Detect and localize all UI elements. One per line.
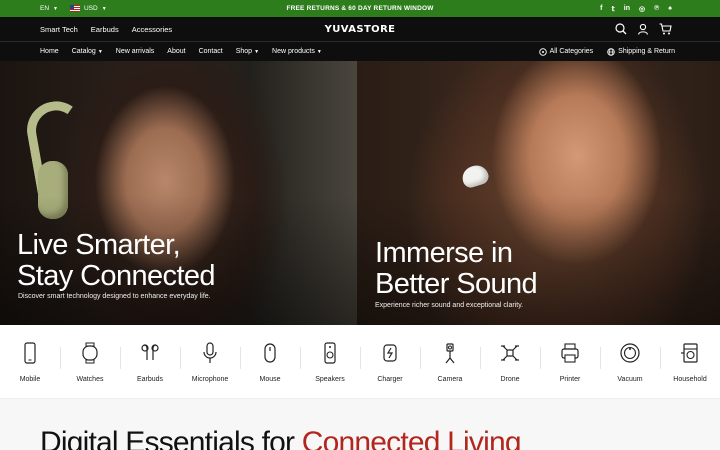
category-vacuum[interactable]: Vacuum [600, 325, 661, 399]
shipping-return-label: Shipping & Return [618, 48, 675, 55]
category-printer[interactable]: Printer [540, 325, 601, 399]
chevron-down-icon: ▼ [254, 48, 260, 55]
nav-item-label: Home [40, 48, 59, 55]
hero-subtitle: Discover smart technology designed to en… [18, 293, 211, 300]
nav-item-contact[interactable]: Contact [199, 48, 223, 55]
mobile-icon [24, 342, 36, 364]
announcement-bar: FREE RETURNS & 60 DAY RETURN WINDOW EN ▼… [0, 0, 720, 17]
hero-banner-smart-tech[interactable]: Live Smarter, Stay Connected Discover sm… [0, 61, 357, 325]
category-charger[interactable]: Charger [360, 325, 421, 399]
category-microphone[interactable]: Microphone [180, 325, 241, 399]
hero-title: Immerse in Better Sound [375, 238, 705, 300]
camera-icon [445, 343, 455, 364]
category-drone[interactable]: Drone [480, 325, 541, 399]
category-watches[interactable]: Watches [60, 325, 121, 399]
vacuum-icon [620, 343, 640, 363]
currency-selector[interactable]: USD ▼ [69, 5, 107, 12]
category-camera[interactable]: Camera [420, 325, 481, 399]
all-categories-label: All Categories [549, 48, 594, 55]
shipping-return-link[interactable]: Shipping & Return [607, 47, 675, 56]
hero-banner-sound[interactable]: Immerse in Better Sound Experience riche… [357, 61, 720, 325]
storefront-page: FREE RETURNS & 60 DAY RETURN WINDOW EN ▼… [0, 0, 720, 450]
category-strip: Mobile Watches Earbuds Microphone Mouse Speak… [0, 325, 720, 399]
nav-item-new-arrivals[interactable]: New arrivals [116, 48, 155, 55]
printer-icon [561, 343, 579, 363]
hero-title-line1: Immerse in [375, 237, 513, 269]
language-selector[interactable]: EN ▼ [40, 5, 58, 12]
chevron-down-icon: ▼ [53, 5, 58, 12]
chevron-down-icon: ▼ [101, 5, 107, 12]
nav-item-home[interactable]: Home [40, 48, 59, 55]
cart-icon[interactable] [659, 23, 672, 35]
hero-title-line1: Live Smarter, [17, 229, 181, 261]
store-logo[interactable]: YUVASTORE [0, 17, 720, 41]
microphone-icon [203, 342, 217, 363]
social-links: f 𝕥 in ◎ ℗ ♠ [600, 0, 672, 17]
language-label: EN [40, 5, 50, 12]
nav-item-label: About [167, 48, 186, 55]
household-icon [681, 343, 698, 363]
section-heading: Digital Essentials for Connected Living [40, 426, 522, 450]
section-heading-accent: Connected Living [301, 426, 522, 450]
category-earbuds[interactable]: Earbuds [120, 325, 181, 399]
nav-item-label: Contact [198, 48, 223, 55]
speaker-icon [324, 342, 336, 364]
earbuds-icon [141, 344, 159, 360]
hero-subtitle: Experience richer sound and exceptional … [375, 302, 524, 309]
chevron-down-icon: ▼ [97, 48, 103, 55]
category-speakers[interactable]: Speakers [300, 325, 361, 399]
hero-title: Live Smarter, Stay Connected [17, 230, 347, 292]
pinterest-icon[interactable]: ℗ [654, 5, 659, 12]
category-mouse[interactable]: Mouse [240, 325, 301, 399]
category-mobile[interactable]: Mobile [0, 325, 61, 399]
watch-icon [82, 342, 98, 364]
drone-icon [501, 345, 519, 361]
globe-icon [607, 47, 615, 56]
currency-label: USD [83, 5, 98, 12]
twitter-icon[interactable]: 𝕥 [612, 5, 615, 13]
site-header: Smart Tech Earbuds Accessories YUVASTORE H… [0, 17, 720, 61]
mouse-icon [264, 343, 276, 363]
nav-item-label: Catalog [71, 48, 96, 55]
nav-item-shop[interactable]: Shop ▼ [236, 48, 259, 55]
hero-title-line2: Better Sound [375, 268, 538, 300]
grid-icon [538, 47, 547, 56]
nav-item-about[interactable]: About [167, 48, 185, 55]
linkedin-icon[interactable]: in [624, 5, 630, 12]
nav-item-label: Shop [235, 48, 253, 55]
hero-title-line2: Stay Connected [17, 260, 216, 292]
nav-item-new-products[interactable]: New products ▼ [272, 48, 322, 55]
section-heading-prefix: Digital Essentials for [40, 426, 302, 450]
instagram-icon[interactable]: ◎ [639, 5, 645, 13]
snapchat-icon[interactable]: ♠ [668, 5, 672, 12]
category-household[interactable]: Household [660, 325, 720, 399]
nav-item-catalog[interactable]: Catalog ▼ [72, 48, 103, 55]
nav-item-label: New products [272, 48, 315, 55]
charger-icon [383, 344, 397, 362]
featured-section: Digital Essentials for Connected Living [0, 399, 720, 450]
facebook-icon[interactable]: f [600, 5, 602, 12]
earbud-photo-detail [459, 162, 491, 190]
account-icon[interactable] [637, 23, 649, 35]
category-label: Household [673, 376, 707, 383]
search-icon[interactable] [615, 23, 627, 35]
nav-item-label: New arrivals [115, 48, 155, 55]
all-categories-button[interactable]: All Categories [538, 47, 594, 56]
chevron-down-icon: ▼ [316, 48, 322, 55]
main-navigation: Home Catalog ▼ New arrivals About Contact Shop… [40, 42, 322, 61]
us-flag-icon [69, 5, 80, 12]
